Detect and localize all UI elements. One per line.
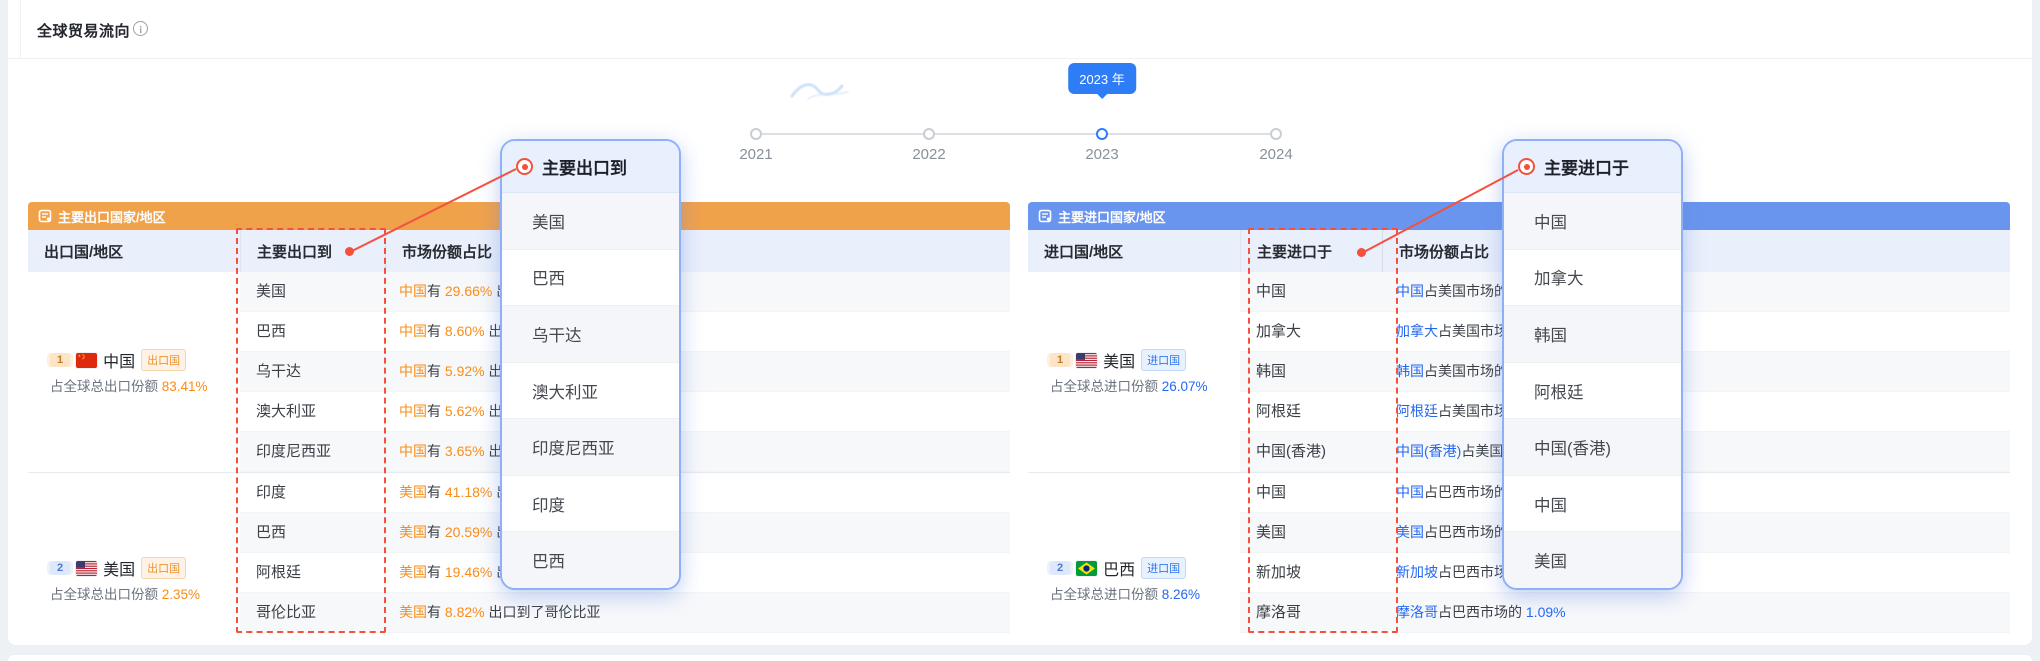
table-row[interactable]: 摩洛哥摩洛哥占巴西市场的 1.09% bbox=[1240, 593, 2010, 633]
country-name: 中国 bbox=[103, 348, 135, 372]
country-name: 美国 bbox=[1103, 348, 1135, 372]
table-row[interactable]: 哥伦比亚美国有 8.82% 出口到了哥伦比亚 bbox=[240, 593, 1010, 633]
popup-item[interactable]: 中国 bbox=[1504, 193, 1681, 249]
importer-cell-usa: 1 美国 进口国 占全球总进口份额 26.07% bbox=[1028, 272, 1240, 472]
popup-item[interactable]: 美国 bbox=[1504, 531, 1681, 588]
import-from-popup: 主要进口于 中国 加拿大 韩国 阿根廷 中国(香港) 中国 美国 bbox=[1502, 139, 1683, 590]
popup-list: 中国 加拿大 韩国 阿根廷 中国(香港) 中国 美国 bbox=[1504, 193, 1681, 588]
year-label[interactable]: 2021 bbox=[716, 146, 796, 163]
global-share: 占全球总出口份额 83.41% bbox=[50, 375, 240, 395]
rank-badge: 2 bbox=[1050, 561, 1070, 575]
watermark-smudge bbox=[788, 78, 858, 104]
popup-list: 美国 巴西 乌干达 澳大利亚 印度尼西亚 印度 巴西 bbox=[502, 193, 679, 588]
role-badge: 进口国 bbox=[1141, 349, 1186, 371]
export-section-title: 主要出口国家/地区 bbox=[58, 207, 166, 226]
exporter-cell-china: 1 中国 出口国 占全球总出口份额 83.41% bbox=[28, 272, 240, 472]
export-to-popup: 主要出口到 美国 巴西 乌干达 澳大利亚 印度尼西亚 印度 巴西 bbox=[500, 139, 681, 590]
callout-anchor-dot bbox=[1357, 248, 1366, 257]
col-market-share: 市场份额占比 bbox=[385, 230, 1010, 272]
year-label[interactable]: 2023 bbox=[1062, 146, 1142, 163]
year-label[interactable]: 2024 bbox=[1236, 146, 1316, 163]
global-share: 占全球总进口份额 8.26% bbox=[1050, 583, 1240, 603]
target-dot-icon bbox=[516, 158, 533, 175]
popup-item[interactable]: 印度尼西亚 bbox=[502, 418, 679, 475]
clipboard-icon bbox=[38, 209, 52, 223]
country-name: 巴西 bbox=[1103, 556, 1135, 580]
year-label[interactable]: 2022 bbox=[889, 146, 969, 163]
role-badge: 出口国 bbox=[141, 349, 186, 371]
popup-item[interactable]: 澳大利亚 bbox=[502, 362, 679, 419]
rank-badge: 2 bbox=[50, 561, 70, 575]
importer-cell-brazil: 2 巴西 进口国 占全球总进口份额 8.26% bbox=[1028, 473, 1240, 633]
next-card-edge bbox=[8, 655, 2032, 661]
year-dot-2023-active[interactable] bbox=[1096, 128, 1108, 140]
rank-badge: 1 bbox=[1050, 353, 1070, 367]
col-market-share: 市场份额占比 bbox=[1382, 230, 2010, 272]
popup-item[interactable]: 印度 bbox=[502, 475, 679, 532]
country-name: 美国 bbox=[103, 556, 135, 580]
popup-item[interactable]: 乌干达 bbox=[502, 305, 679, 362]
divider bbox=[8, 58, 2032, 59]
role-badge: 进口国 bbox=[1141, 557, 1186, 579]
target-dot-icon bbox=[1518, 158, 1535, 175]
global-share: 占全球总出口份额 2.35% bbox=[50, 583, 240, 603]
exporter-cell-usa: 2 美国 出口国 占全球总出口份额 2.35% bbox=[28, 473, 240, 633]
usa-flag-icon bbox=[1076, 353, 1097, 368]
col-exporter: 出口国/地区 bbox=[28, 230, 240, 272]
trade-flow-page: 全球贸易流向 2021 2022 2023 2024 2023 年 主要出口国家… bbox=[0, 0, 2040, 661]
role-badge: 出口国 bbox=[141, 557, 186, 579]
callout-anchor-dot bbox=[345, 247, 354, 256]
year-dot-2022[interactable] bbox=[923, 128, 935, 140]
clipboard-icon bbox=[1038, 209, 1052, 223]
popup-item[interactable]: 韩国 bbox=[1504, 305, 1681, 362]
divider bbox=[20, 0, 21, 58]
year-dot-2021[interactable] bbox=[750, 128, 762, 140]
china-flag-icon bbox=[76, 353, 97, 368]
col-importer: 进口国/地区 bbox=[1028, 230, 1240, 272]
import-section-title: 主要进口国家/地区 bbox=[1058, 207, 1166, 226]
year-tooltip: 2023 年 bbox=[1068, 63, 1136, 94]
popup-item[interactable]: 阿根廷 bbox=[1504, 362, 1681, 419]
usa-flag-icon bbox=[76, 561, 97, 576]
popup-item[interactable]: 美国 bbox=[502, 193, 679, 249]
popup-item[interactable]: 巴西 bbox=[502, 531, 679, 588]
info-icon[interactable] bbox=[133, 21, 148, 36]
col-export-to: 主要出口到 bbox=[240, 230, 385, 272]
popup-item[interactable]: 巴西 bbox=[502, 249, 679, 306]
year-dot-2024[interactable] bbox=[1270, 128, 1282, 140]
popup-item[interactable]: 中国 bbox=[1504, 475, 1681, 532]
year-slider-track[interactable] bbox=[756, 133, 1276, 135]
global-share: 占全球总进口份额 26.07% bbox=[1050, 375, 1240, 395]
popup-item[interactable]: 中国(香港) bbox=[1504, 418, 1681, 475]
brazil-flag-icon bbox=[1076, 561, 1097, 576]
rank-badge: 1 bbox=[50, 353, 70, 367]
page-title: 全球贸易流向 bbox=[37, 20, 130, 41]
popup-item[interactable]: 加拿大 bbox=[1504, 249, 1681, 306]
